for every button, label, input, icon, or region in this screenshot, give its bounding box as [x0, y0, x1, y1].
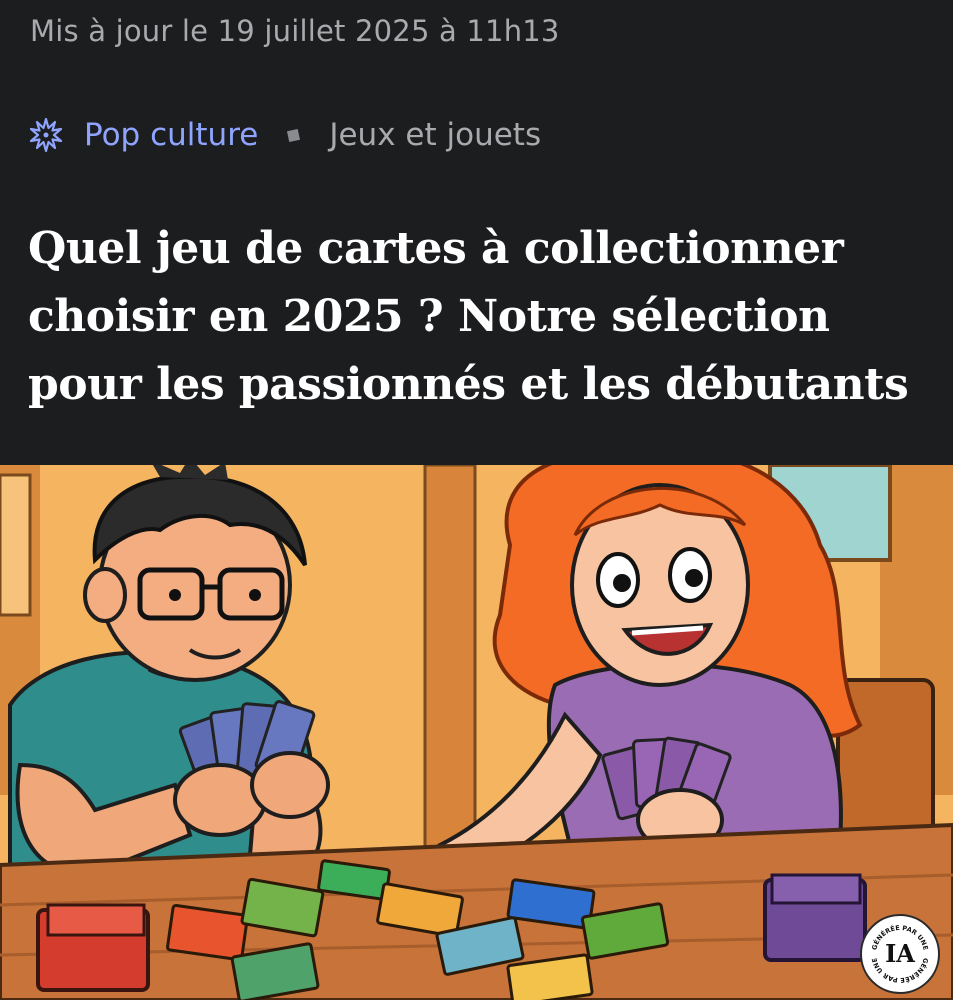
breadcrumb-subcategory-link[interactable]: Jeux et jouets — [329, 117, 541, 153]
breadcrumb-separator — [287, 128, 301, 142]
ai-badge-label: IA — [885, 939, 915, 968]
article-title: Quel jeu de cartes à collectionner chois… — [28, 223, 909, 410]
ai-generated-badge: GÉNÉRÉE PAR UNE GÉNÉRÉE PAR UNE IA — [860, 914, 940, 994]
sparkle-burst-icon — [28, 117, 64, 153]
updated-timestamp: Mis à jour le 19 juillet 2025 à 11h13 — [30, 14, 560, 48]
breadcrumb-category-link[interactable]: Pop culture — [84, 117, 258, 153]
hero-illustration — [0, 465, 953, 1000]
article-header: Mis à jour le 19 juillet 2025 à 11h13 Po… — [0, 0, 953, 465]
breadcrumb: Pop culture Jeux et jouets — [28, 113, 541, 157]
